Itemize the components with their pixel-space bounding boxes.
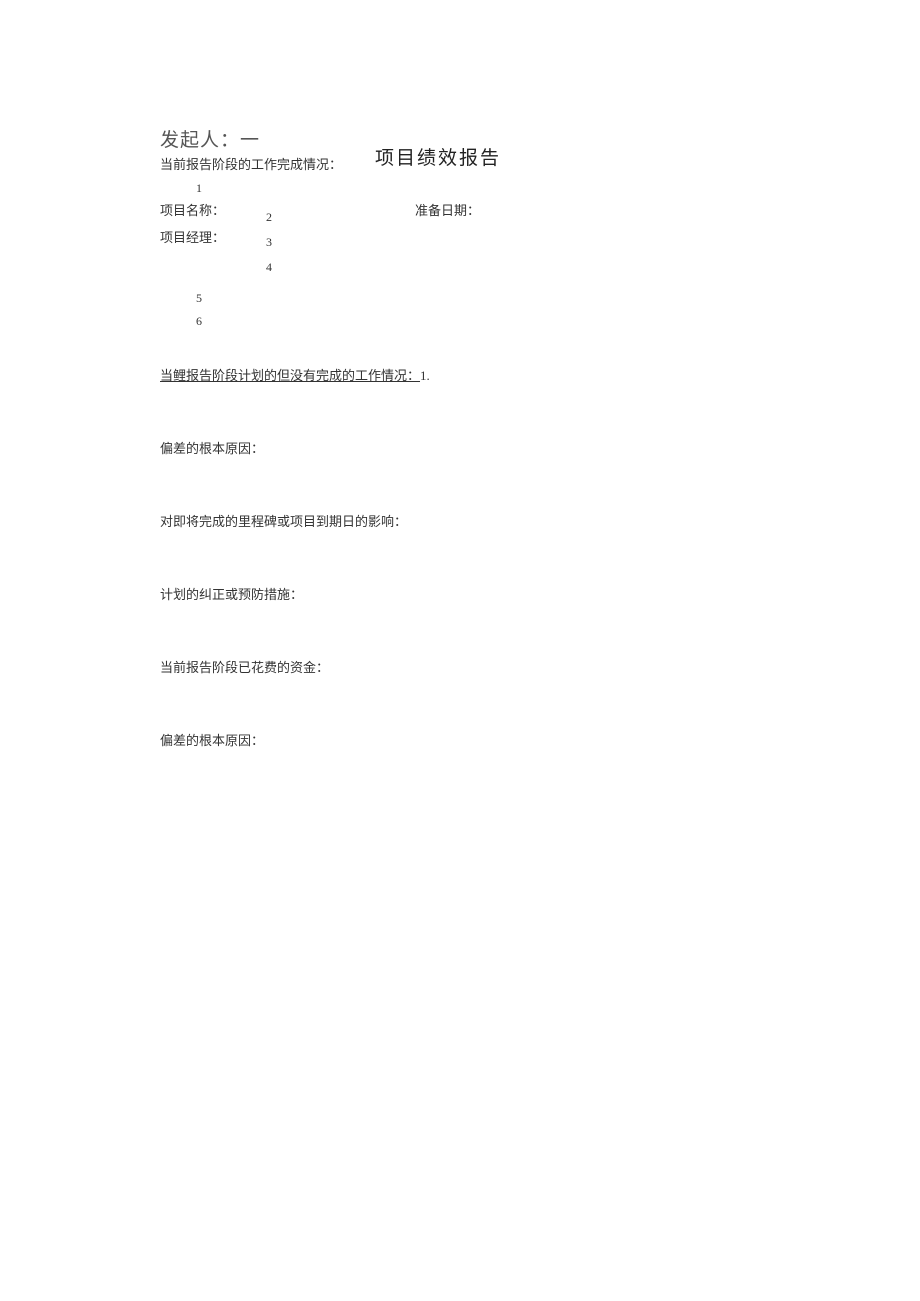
- list-item: 6: [196, 314, 780, 329]
- milestone-impact-heading: 对即将完成的里程碑或项目到期日的影响：: [160, 511, 780, 530]
- incomplete-work-suffix: 1.: [420, 368, 430, 383]
- list-item: 2: [266, 210, 780, 225]
- project-manager-label: 项目经理：: [160, 227, 225, 246]
- corrective-heading: 计划的纠正或预防措施：: [160, 584, 780, 603]
- initiator-label: 发起人：一: [160, 125, 780, 152]
- project-name-label: 项目名称：: [160, 200, 225, 219]
- funds-spent-heading: 当前报告阶段已花费的资金：: [160, 657, 780, 676]
- list-item: 5: [196, 291, 780, 306]
- list-item: 4: [266, 260, 780, 275]
- incomplete-work-underlined: 当鲤报告阶段计划的但没有完成的工作情况：: [160, 368, 420, 383]
- prepare-date-label: 准备日期：: [415, 200, 480, 219]
- root-cause-heading: 偏差的根本原因：: [160, 438, 780, 457]
- list-item: 3: [266, 235, 780, 250]
- list-item: 1: [196, 181, 780, 196]
- root-cause-2-heading: 偏差的根本原因：: [160, 730, 780, 749]
- incomplete-work-heading: 当鲤报告阶段计划的但没有完成的工作情况：1.: [160, 365, 780, 384]
- completed-work-heading: 当前报告阶段的工作完成情况：: [160, 154, 780, 173]
